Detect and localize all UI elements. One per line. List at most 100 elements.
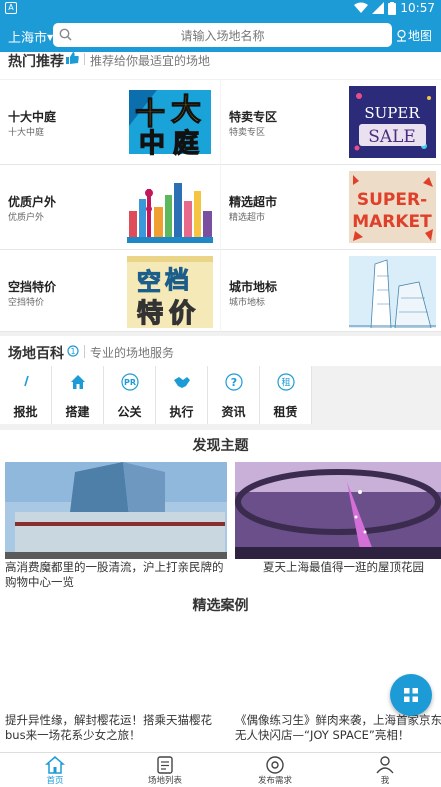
rooftop-garden-photo[interactable]	[235, 462, 441, 559]
category-top-atrium[interactable]: 十大中庭 十大中庭 十 大 中 庭	[0, 80, 220, 164]
sale-art-text-1: SUPER	[364, 104, 420, 122]
city-label: 上海市	[8, 31, 48, 46]
discover-caption[interactable]: 高消费魔都里的一股清流，沪上打亲民牌的购物中心一览	[5, 560, 227, 590]
clock: 10:57	[400, 1, 435, 15]
map-button[interactable]: 地图	[396, 27, 432, 44]
category-subtitle: 特卖专区	[229, 128, 266, 138]
floating-menu-button[interactable]	[390, 674, 432, 716]
search-placeholder: 请输入场地名称	[180, 29, 265, 43]
tool-build[interactable]: 搭建	[52, 366, 104, 424]
question-glyph: ?	[231, 376, 237, 389]
service-tools: 报批 搭建 PR 公关 执行 ? 资讯 租 租赁	[0, 366, 441, 424]
category-subtitle: 精选超市	[229, 213, 266, 223]
svg-text:空: 空	[137, 268, 161, 296]
tool-label: 公关	[117, 405, 142, 419]
case-title-line: bus来一场花系少女之旅！	[5, 728, 141, 742]
question-icon: ?	[225, 373, 243, 391]
map-label: 地图	[408, 29, 433, 43]
svg-text:中: 中	[139, 129, 165, 158]
tab-publish[interactable]: 发布需求	[220, 754, 330, 787]
tool-label: 资讯	[221, 405, 246, 419]
category-subtitle: 十大中庭	[8, 128, 45, 138]
category-title: 精选超市	[229, 195, 278, 209]
category-subtitle: 城市地标	[229, 298, 266, 308]
svg-text:档: 档	[165, 266, 189, 294]
super-sale-image: SUPER SALE	[349, 86, 436, 158]
landmark-sketch-image	[349, 256, 436, 328]
search-input[interactable]: 请输入场地名称	[53, 23, 392, 47]
hot-title: 热门推荐	[8, 54, 64, 70]
rent-icon: 租	[277, 373, 295, 391]
tool-news[interactable]: ? 资讯	[208, 366, 260, 424]
skyline-image	[127, 171, 213, 243]
tab-label: 场地列表	[147, 776, 182, 786]
hot-subtitle: 推荐给你最适宜的场地	[90, 54, 211, 68]
category-subtitle: 空挡特价	[8, 298, 45, 308]
pr-glyph: PR	[124, 378, 136, 387]
tab-label: 首页	[46, 776, 64, 786]
home-icon	[71, 375, 85, 389]
tool-execute[interactable]: 执行	[156, 366, 208, 424]
category-supermarket[interactable]: 精选超市 精选超市 SUPER- MARKET	[221, 165, 441, 249]
wiki-title: 场地百科	[8, 346, 64, 362]
supermarket-image: SUPER- MARKET	[349, 171, 436, 243]
case-title-line: 无人快闪店—“JOY SPACE”亮相！	[235, 728, 410, 742]
category-title: 特卖专区	[229, 110, 278, 124]
category-outdoor[interactable]: 优质户外 优质户外	[0, 165, 220, 249]
category-special-sale[interactable]: 特卖专区 特卖专区 SUPER SALE	[221, 80, 441, 164]
category-subtitle: 优质户外	[8, 213, 45, 223]
home-icon	[45, 756, 65, 774]
tab-home[interactable]: 首页	[0, 754, 110, 787]
tool-pr[interactable]: PR 公关	[104, 366, 156, 424]
top-bar: 上海市▼ 请输入场地名称 地图	[0, 18, 441, 52]
grid-icon	[404, 688, 418, 702]
svg-text:十: 十	[135, 97, 165, 132]
hot-section-header: 热门推荐 推荐给你最适宜的场地	[0, 52, 441, 79]
svg-text:1: 1	[70, 347, 75, 356]
tab-label: 我	[380, 776, 390, 786]
svg-text:大: 大	[171, 93, 201, 128]
category-vacancy-deal[interactable]: 空挡特价 空挡特价 空 档 特 价	[0, 250, 220, 334]
category-title: 城市地标	[229, 280, 278, 294]
user-icon	[376, 756, 394, 774]
tool-approval[interactable]: 报批	[0, 366, 52, 424]
market-art-text-2: MARKET	[352, 212, 432, 232]
wiki-subtitle: 专业的场地服务	[90, 346, 175, 360]
case-title-line: 提升异性缘，解封樱花运！搭乘天猫樱花	[5, 713, 212, 727]
tool-label: 报批	[13, 405, 38, 419]
case-item[interactable]: 提升异性缘，解封樱花运！搭乘天猫樱花 bus来一场花系少女之旅！	[5, 713, 225, 743]
discover-section: 发现主题 高消费魔都里的一股清流，沪上打亲民牌的购物中心一览 夏天上海最值得一逛…	[0, 430, 441, 752]
category-title: 十大中庭	[8, 110, 57, 124]
category-landmark[interactable]: 城市地标 城市地标	[221, 250, 441, 334]
signal-icon	[372, 2, 385, 14]
slash-icon	[24, 375, 29, 387]
category-title: 空挡特价	[8, 280, 57, 294]
sale-art-text-2: SALE	[368, 127, 416, 147]
handshake-icon	[174, 377, 190, 388]
bottom-tab-bar: 首页 场地列表 发布需求 我	[0, 752, 441, 787]
tool-rent[interactable]: 租 租赁	[260, 366, 312, 424]
mall-photo[interactable]	[5, 462, 227, 559]
info-icon: 1	[67, 345, 79, 357]
tab-venue-list[interactable]: 场地列表	[110, 754, 220, 787]
notification-icon: A	[5, 2, 17, 14]
map-pin-icon	[397, 29, 406, 42]
category-title: 优质户外	[8, 195, 57, 209]
category-grid: 十大中庭 十大中庭 十 大 中 庭 特卖专区 特卖专区 SUPER SALE 优…	[0, 80, 441, 332]
tool-label: 搭建	[65, 405, 90, 419]
battery-icon	[388, 1, 397, 15]
city-selector[interactable]: 上海市▼	[8, 27, 53, 46]
thumbs-up-icon	[66, 52, 79, 64]
publish-icon	[266, 756, 284, 774]
deal-art-image: 空 档 特 价	[127, 256, 213, 328]
svg-text:特: 特	[137, 298, 163, 328]
status-bar: A 10:57	[0, 0, 441, 18]
cases-title: 精选案例	[192, 598, 249, 614]
case-item[interactable]: 《偶像练习生》鲜肉来袭，上海首家京东 无人快闪店—“JOY SPACE”亮相！	[235, 713, 441, 743]
svg-text:庭: 庭	[173, 128, 199, 158]
market-art-text-1: SUPER-	[357, 190, 427, 210]
discover-caption[interactable]: 夏天上海最值得一逛的屋顶花园	[263, 560, 424, 575]
tab-me[interactable]: 我	[330, 754, 440, 787]
tool-label: 租赁	[273, 405, 298, 419]
pr-icon: PR	[121, 373, 139, 391]
